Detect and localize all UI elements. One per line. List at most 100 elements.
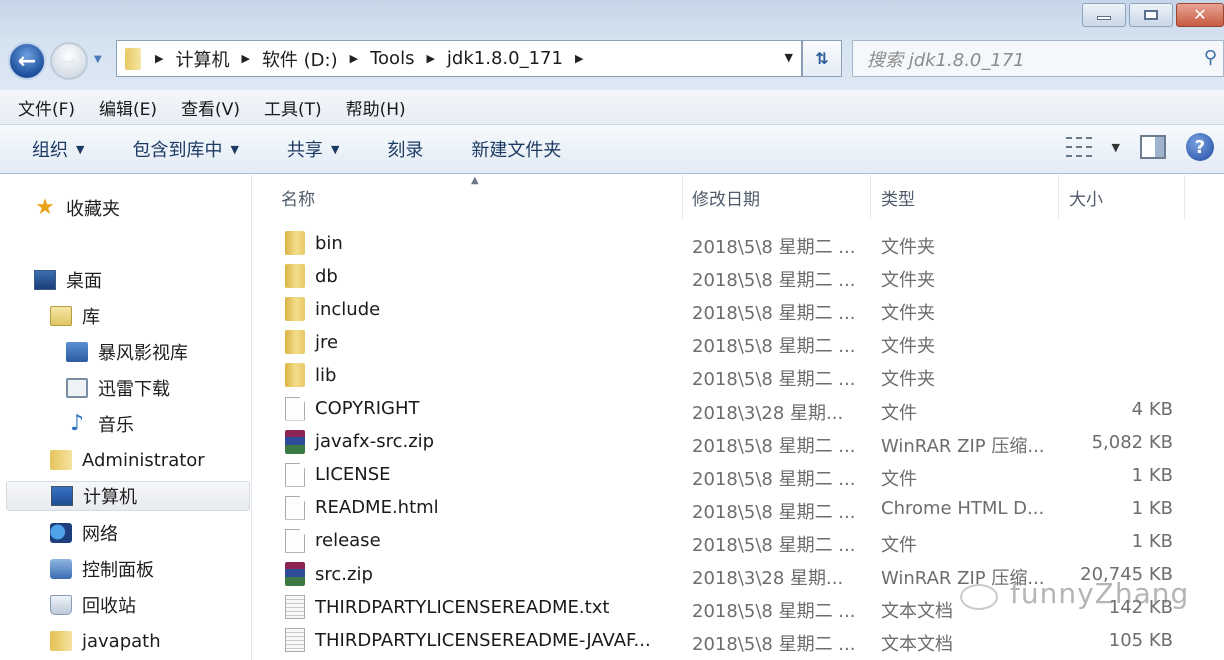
file-size: 1 KB xyxy=(1131,530,1173,552)
file-row[interactable]: javafx-src.zip 2018\5\8 星期二 ... WinRAR ZIP… xyxy=(253,426,1224,459)
refresh-button[interactable]: ⇅ xyxy=(802,40,842,77)
share-button[interactable]: 共享 ▼ xyxy=(287,136,339,162)
minimize-button[interactable] xyxy=(1082,3,1126,27)
file-size: 1 KB xyxy=(1131,464,1173,486)
file-name-cell: jre xyxy=(285,330,338,355)
file-name: LICENSE xyxy=(315,464,391,486)
chevron-down-icon: ▼ xyxy=(330,142,340,156)
close-button[interactable]: ✕ xyxy=(1176,3,1224,27)
sidebar-item-javapath[interactable]: javapath xyxy=(50,626,161,656)
menu-tools[interactable]: 工具(T) xyxy=(264,95,322,120)
column-header-date[interactable]: 修改日期 xyxy=(683,175,871,219)
help-icon[interactable]: ? xyxy=(1186,133,1214,161)
control-panel-icon xyxy=(50,559,72,579)
chevron-right-icon[interactable]: ▶ xyxy=(426,52,434,65)
file-name: src.zip xyxy=(315,563,373,585)
sidebar-item-recycle-bin[interactable]: 回收站 xyxy=(50,590,136,620)
column-header-size[interactable]: 大小 xyxy=(1059,175,1185,219)
sidebar-item-label: 回收站 xyxy=(82,596,136,617)
address-history-dropdown[interactable]: ▼ xyxy=(785,51,793,64)
sidebar-item-label: 网络 xyxy=(82,524,118,545)
refresh-icon: ⇅ xyxy=(815,49,829,68)
sidebar-item-administrator[interactable]: Administrator xyxy=(50,445,205,475)
file-row[interactable]: include 2018\5\8 星期二 ... 文件夹 xyxy=(253,293,1224,326)
file-row[interactable]: release 2018\5\8 星期二 ... 文件 1 KB xyxy=(253,525,1224,558)
burn-button[interactable]: 刻录 xyxy=(387,136,423,162)
file-date: 2018\5\8 星期二 ... xyxy=(692,435,856,457)
file-row[interactable]: lib 2018\5\8 星期二 ... 文件夹 xyxy=(253,359,1224,392)
menu-view[interactable]: 查看(V) xyxy=(181,95,240,120)
file-name-cell: src.zip xyxy=(285,562,373,586)
winrar-archive-icon xyxy=(285,562,305,586)
sidebar-item-control-panel[interactable]: 控制面板 xyxy=(50,554,154,584)
file-name: db xyxy=(315,265,338,287)
sidebar-item-computer[interactable]: 计算机 xyxy=(6,481,250,511)
search-input[interactable]: 搜索 jdk1.8.0_171 ⚲ xyxy=(852,40,1224,77)
sidebar-item-label: Administrator xyxy=(82,449,205,471)
file-type: 文件 xyxy=(881,534,917,556)
file-name: javafx-src.zip xyxy=(315,431,435,453)
chevron-right-icon[interactable]: ▶ xyxy=(575,52,583,65)
file-name-cell: release xyxy=(285,528,381,553)
menu-help[interactable]: 帮助(H) xyxy=(346,95,406,120)
view-options-icon[interactable] xyxy=(1065,137,1092,157)
file-row[interactable]: db 2018\5\8 星期二 ... 文件夹 xyxy=(253,260,1224,293)
file-date: 2018\5\8 星期二 ... xyxy=(692,336,856,358)
column-header-type[interactable]: 类型 xyxy=(871,175,1059,219)
desktop-icon xyxy=(34,270,56,290)
file-row[interactable]: LICENSE 2018\5\8 星期二 ... 文件 1 KB xyxy=(253,459,1224,492)
recent-pages-dropdown[interactable]: ▼ xyxy=(94,54,102,65)
column-header-name[interactable]: 名称 xyxy=(253,175,683,219)
menu-edit[interactable]: 编辑(E) xyxy=(99,95,157,120)
back-button[interactable]: ← xyxy=(8,42,46,80)
file-row[interactable]: jre 2018\5\8 星期二 ... 文件夹 xyxy=(253,326,1224,359)
chevron-right-icon[interactable]: ▶ xyxy=(155,52,163,65)
file-name: bin xyxy=(315,232,343,254)
search-icon[interactable]: ⚲ xyxy=(1204,47,1217,68)
preview-pane-icon[interactable] xyxy=(1140,135,1166,159)
file-date: 2018\5\8 星期二 ... xyxy=(692,369,856,391)
file-icon xyxy=(285,462,305,487)
include-in-library-button[interactable]: 包含到库中 ▼ xyxy=(132,136,238,162)
breadcrumb-tools[interactable]: Tools xyxy=(370,48,414,69)
folder-icon xyxy=(50,631,72,651)
sidebar-item-desktop[interactable]: 桌面 xyxy=(34,265,102,295)
file-type: 文件夹 xyxy=(881,336,935,358)
menu-file[interactable]: 文件(F) xyxy=(18,95,75,120)
sidebar-item-video-library[interactable]: 暴风影视库 xyxy=(66,337,188,367)
breadcrumb-computer[interactable]: 计算机 xyxy=(175,46,229,72)
file-name: COPYRIGHT xyxy=(315,398,420,419)
maximize-button[interactable] xyxy=(1129,3,1173,27)
sidebar-item-favorites[interactable]: ★ 收藏夹 xyxy=(34,193,120,223)
organize-button[interactable]: 组织 ▼ xyxy=(32,136,84,162)
sidebar-item-downloads[interactable]: 迅雷下载 xyxy=(66,373,170,403)
file-name: THIRDPARTYLICENSEREADME-JAVAF... xyxy=(315,629,651,651)
forward-button[interactable]: → xyxy=(50,42,88,80)
recycle-bin-icon xyxy=(50,595,72,615)
breadcrumb-drive-d[interactable]: 软件 (D:) xyxy=(262,46,338,72)
minimize-icon xyxy=(1097,16,1111,20)
star-icon: ★ xyxy=(35,195,55,220)
file-icon xyxy=(285,528,305,553)
view-options-dropdown-icon[interactable]: ▼ xyxy=(1112,141,1120,154)
sidebar-item-label: 迅雷下载 xyxy=(98,379,170,400)
file-type: 文件夹 xyxy=(881,270,935,292)
breadcrumb-jdk[interactable]: jdk1.8.0_171 xyxy=(447,48,563,69)
download-icon xyxy=(66,378,88,398)
sidebar-item-music[interactable]: ♪ 音乐 xyxy=(66,409,134,439)
chevron-right-icon[interactable]: ▶ xyxy=(241,52,249,65)
file-type: 文件夹 xyxy=(881,303,935,325)
file-type: 文件夹 xyxy=(881,237,935,258)
file-row[interactable]: bin 2018\5\8 星期二 ... 文件夹 xyxy=(253,227,1224,260)
file-row[interactable]: COPYRIGHT 2018\3\28 星期... 文件 4 KB xyxy=(253,393,1224,426)
file-row[interactable]: THIRDPARTYLICENSEREADME-JAVAF... 2018\5\8… xyxy=(253,624,1224,657)
file-name: include xyxy=(315,298,381,320)
file-row[interactable]: README.html 2018\5\8 星期二 ... Chrome HTML D… xyxy=(253,492,1224,525)
address-bar[interactable]: ▶ 计算机 ▶ 软件 (D:) ▶ Tools ▶ jdk1.8.0_171 ▶… xyxy=(116,40,802,77)
sidebar-item-network[interactable]: 网络 xyxy=(50,518,118,548)
new-folder-button[interactable]: 新建文件夹 xyxy=(471,136,561,162)
sidebar-item-library[interactable]: 库 xyxy=(50,301,100,331)
text-document-icon xyxy=(285,628,305,653)
chevron-right-icon[interactable]: ▶ xyxy=(350,52,358,65)
column-header-label: 修改日期 xyxy=(692,189,760,210)
